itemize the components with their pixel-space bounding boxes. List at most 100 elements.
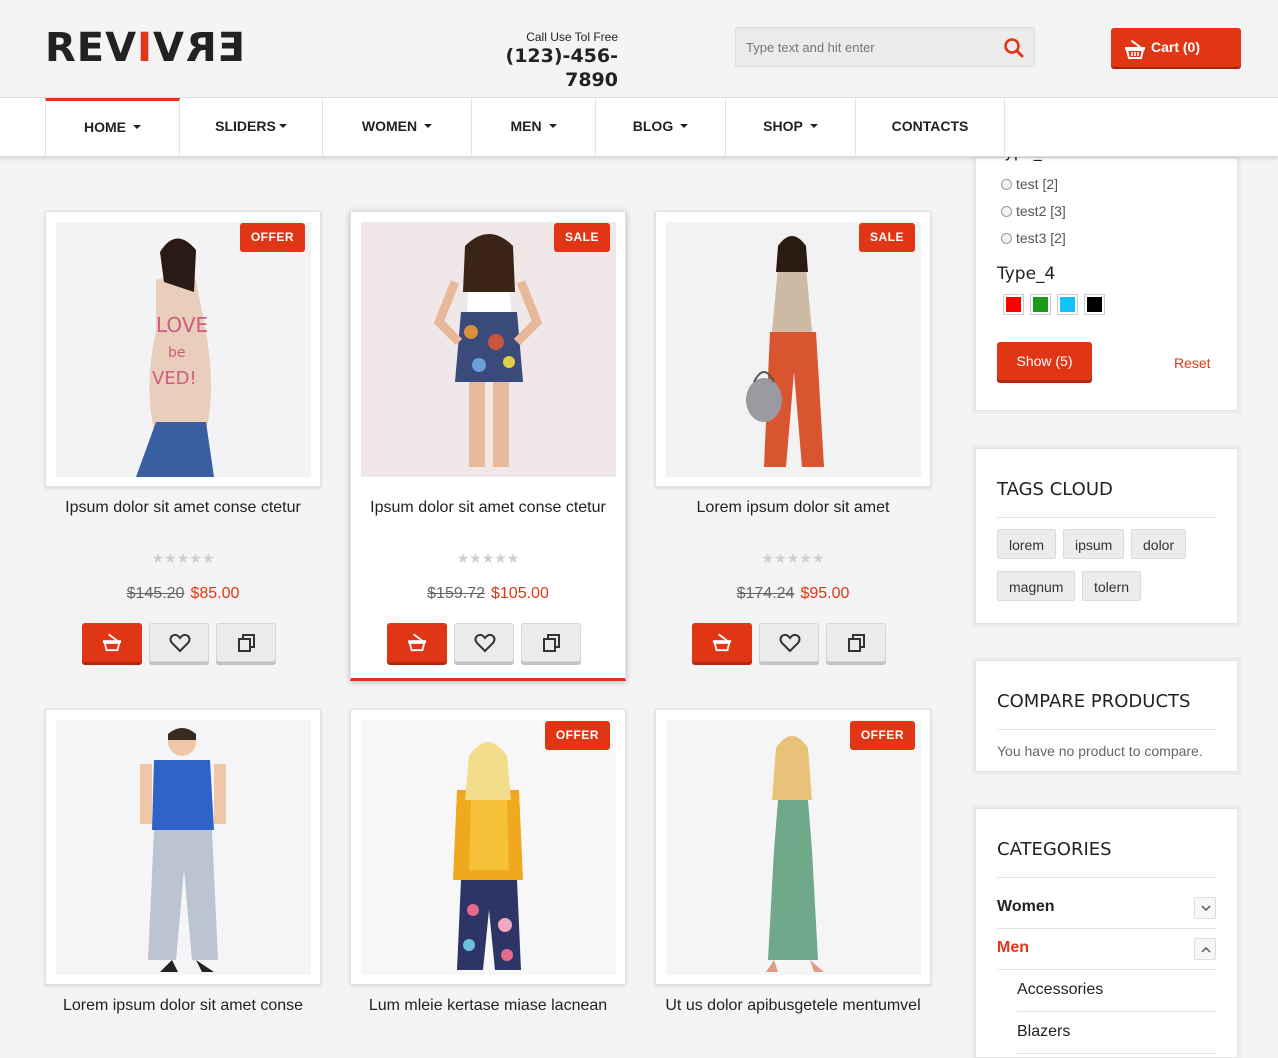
show-results-button[interactable]: Show (5) xyxy=(997,342,1092,380)
product-image[interactable] xyxy=(361,222,616,477)
product-image[interactable] xyxy=(361,720,616,975)
compare-button[interactable] xyxy=(826,623,886,662)
tag-item[interactable]: dolor xyxy=(1131,529,1187,559)
nav-label: CONTACTS xyxy=(891,118,969,134)
product-image[interactable] xyxy=(666,222,921,477)
color-swatch-cyan[interactable] xyxy=(1057,294,1078,315)
nav-item-contacts[interactable]: CONTACTS xyxy=(856,98,1005,156)
compare-widget: COMPARE PRODUCTS You have no product to … xyxy=(975,660,1238,772)
basket-icon xyxy=(102,633,122,652)
basket-icon xyxy=(1123,36,1147,59)
product-card[interactable]: SALE xyxy=(350,211,626,681)
reset-link[interactable]: Reset xyxy=(1174,355,1211,371)
tag-item[interactable]: tolern xyxy=(1082,571,1142,601)
product-price: $145.20 $85.00 xyxy=(45,585,321,603)
radio-button[interactable] xyxy=(1001,178,1012,190)
color-swatch-red[interactable] xyxy=(1003,294,1024,315)
product-card[interactable]: LOVE be VED! OFFER xyxy=(45,211,321,487)
product-title[interactable]: Lum mleie kertase miase lacnean xyxy=(350,995,626,1016)
filter-option-label: test2 [3] xyxy=(1016,203,1066,219)
phone-block: Call Use Tol Free (123)-456-7890 xyxy=(476,30,618,92)
radio-button[interactable] xyxy=(1001,205,1012,217)
product-title[interactable]: Lorem ipsum dolor sit amet conse xyxy=(45,995,321,1016)
search-icon[interactable] xyxy=(1002,36,1026,60)
subcategory-item[interactable]: Blazers xyxy=(1017,1012,1216,1054)
chevron-up-icon[interactable] xyxy=(1194,938,1216,960)
compare-button[interactable] xyxy=(521,623,581,662)
nav-item-men[interactable]: MEN xyxy=(472,98,596,156)
filter-option[interactable]: test2 [3] xyxy=(1001,202,1066,220)
product-title[interactable]: Ipsum dolor sit amet conse ctetur xyxy=(350,497,626,518)
product-price: $159.72 $105.00 xyxy=(350,585,626,603)
compare-title: COMPARE PRODUCTS xyxy=(997,691,1191,712)
new-price: $85.00 xyxy=(190,585,240,602)
heart-icon xyxy=(169,633,191,653)
heart-icon xyxy=(474,633,496,653)
old-price: $174.24 xyxy=(736,585,795,602)
logo-text-suffix: V xyxy=(152,25,185,71)
cart-button[interactable]: Cart (0) xyxy=(1111,28,1241,67)
tag-item[interactable]: magnum xyxy=(997,571,1076,601)
add-to-cart-button[interactable] xyxy=(387,623,447,662)
logo-text-mirror: ER xyxy=(184,25,246,71)
nav-label: SLIDERS xyxy=(215,118,276,134)
compare-empty-text: You have no product to compare. xyxy=(997,743,1203,759)
tags-widget: TAGS CLOUD lorem ipsum dolor magnum tole… xyxy=(975,448,1238,624)
product-image[interactable] xyxy=(56,720,311,975)
caret-down-icon xyxy=(548,124,557,129)
logo[interactable]: REVIVER xyxy=(45,25,246,71)
filter-option[interactable]: test [2] xyxy=(1001,175,1058,193)
add-to-cart-button[interactable] xyxy=(692,623,752,662)
caret-down-icon xyxy=(278,124,287,129)
nav-item-shop[interactable]: SHOP xyxy=(726,98,856,156)
product-card[interactable]: OFFER xyxy=(350,709,626,985)
logo-text-prefix: REV xyxy=(45,25,138,71)
nav-item-sliders[interactable]: SLIDERS xyxy=(180,98,323,156)
product-image[interactable]: LOVE be VED! xyxy=(56,222,311,477)
filter-option-label: test3 [2] xyxy=(1016,230,1066,246)
wishlist-button[interactable] xyxy=(759,623,819,662)
tags-title: TAGS CLOUD xyxy=(997,479,1113,500)
nav-item-home[interactable]: HOME xyxy=(45,98,180,156)
compare-icon xyxy=(543,634,560,652)
sale-badge: SALE xyxy=(858,223,915,252)
product-card[interactable]: OFFER xyxy=(655,709,931,985)
tag-item[interactable]: ipsum xyxy=(1063,529,1125,559)
category-item-women[interactable]: Women xyxy=(997,888,1216,929)
add-to-cart-button[interactable] xyxy=(82,623,142,662)
subcategory-item[interactable]: Accessories xyxy=(1017,970,1216,1012)
compare-icon xyxy=(238,634,255,652)
product-title[interactable]: Ipsum dolor sit amet conse ctetur xyxy=(45,497,321,518)
nav-label: SHOP xyxy=(763,118,803,134)
compare-button[interactable] xyxy=(216,623,276,662)
wishlist-button[interactable] xyxy=(454,623,514,662)
chevron-down-icon[interactable] xyxy=(1194,897,1216,919)
radio-button[interactable] xyxy=(1001,232,1012,244)
wishlist-button[interactable] xyxy=(149,623,209,662)
filter-option[interactable]: test3 [2] xyxy=(1001,229,1066,247)
phone-caption: Call Use Tol Free xyxy=(526,30,618,44)
phone-number: (123)-456-7890 xyxy=(505,45,618,91)
logo-text-accent: I xyxy=(137,25,153,71)
offer-badge: OFFER xyxy=(544,721,610,750)
product-card[interactable]: SALE xyxy=(655,211,931,487)
tag-item[interactable]: lorem xyxy=(997,529,1057,559)
color-swatch-green[interactable] xyxy=(1030,294,1051,315)
product-title[interactable]: Ut us dolor apibusgetele mentumvel xyxy=(655,995,931,1016)
category-item-men[interactable]: Men xyxy=(997,929,1216,970)
nav-label: WOMEN xyxy=(361,118,418,134)
caret-down-icon xyxy=(680,124,689,129)
basket-icon xyxy=(407,633,427,652)
product-image[interactable] xyxy=(666,720,921,975)
filter-heading-type4: Type_4 xyxy=(997,264,1056,284)
offer-badge: OFFER xyxy=(239,223,305,252)
filter-option-label: test [2] xyxy=(1016,176,1059,192)
nav-item-blog[interactable]: BLOG xyxy=(596,98,726,156)
product-card[interactable] xyxy=(45,709,321,985)
search-input[interactable] xyxy=(746,37,986,57)
nav-item-women[interactable]: WOMEN xyxy=(323,98,472,156)
color-swatch-black[interactable] xyxy=(1084,294,1105,315)
offer-badge: OFFER xyxy=(849,721,915,750)
categories-title: CATEGORIES xyxy=(997,839,1112,860)
product-title[interactable]: Lorem ipsum dolor sit amet xyxy=(655,497,931,518)
